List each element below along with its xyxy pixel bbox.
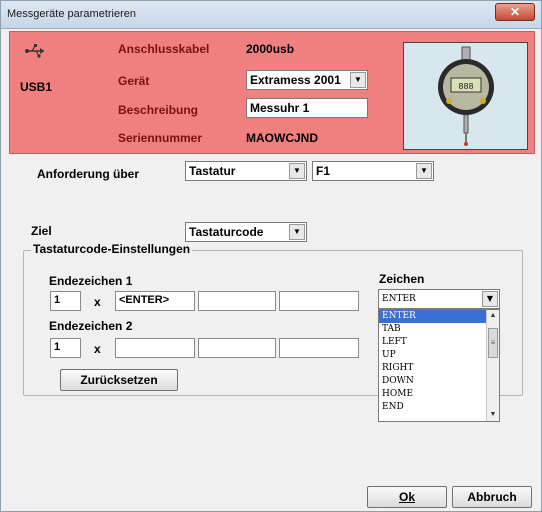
- end-char-1-count[interactable]: 1: [50, 291, 81, 311]
- cable-label: Anschlusskabel: [118, 42, 210, 56]
- cancel-label: Abbruch: [467, 490, 517, 504]
- list-scrollbar[interactable]: ▲ ≡ ▼: [486, 310, 499, 421]
- close-button[interactable]: ✕: [495, 3, 535, 21]
- dialog-window: Messgeräte parametrieren ✕ USB1 Anschlus…: [0, 0, 542, 512]
- end-char-2-field-3[interactable]: [279, 338, 359, 358]
- cable-value: 2000usb: [246, 42, 295, 56]
- device-header: USB1 Anschlusskabel 2000usb Gerät Extram…: [9, 31, 535, 154]
- request-label: Anforderung über: [37, 167, 139, 181]
- ok-button[interactable]: Ok: [367, 486, 447, 508]
- list-item[interactable]: LEFT: [379, 336, 499, 349]
- chevron-down-icon[interactable]: ▼: [289, 163, 305, 179]
- chevron-down-icon[interactable]: ▼: [289, 224, 305, 240]
- target-label: Ziel: [31, 224, 52, 238]
- description-input[interactable]: Messuhr 1: [246, 98, 368, 118]
- scroll-down-icon[interactable]: ▼: [488, 410, 498, 420]
- end-char-2-x: x: [94, 342, 101, 356]
- chars-dropdown-list[interactable]: ENTER TAB LEFT UP RIGHT DOWN HOME END ▲ …: [378, 309, 500, 422]
- request-key-select[interactable]: F1 ▼: [312, 161, 434, 181]
- list-item[interactable]: DOWN: [379, 375, 499, 388]
- end-char-2-label: Endezeichen 2: [49, 319, 133, 333]
- ok-label: Ok: [398, 490, 415, 504]
- chevron-down-icon[interactable]: ▼: [416, 163, 432, 179]
- end-char-2-field-1[interactable]: [115, 338, 195, 358]
- device-label: Gerät: [118, 74, 150, 88]
- end-char-1-label: Endezeichen 1: [49, 274, 133, 288]
- end-char-2-count[interactable]: 1: [50, 338, 81, 358]
- list-item[interactable]: UP: [379, 349, 499, 362]
- dial-indicator-icon: 888: [404, 43, 527, 149]
- dial-indicator-image: 888: [403, 42, 528, 150]
- end-char-1-x: x: [94, 295, 101, 309]
- end-char-1-field-2[interactable]: [198, 291, 276, 311]
- description-label: Beschreibung: [118, 103, 199, 117]
- end-char-2-field-2[interactable]: [198, 338, 276, 358]
- serial-label: Seriennummer: [118, 131, 203, 145]
- chevron-down-icon[interactable]: ▼: [482, 291, 498, 307]
- scroll-thumb[interactable]: ≡: [488, 328, 498, 358]
- end-char-1-field-1[interactable]: <ENTER>: [115, 291, 195, 311]
- cancel-button[interactable]: Abbruch: [452, 486, 532, 508]
- chars-label: Zeichen: [379, 272, 425, 286]
- request-source-value: Tastatur: [189, 164, 236, 178]
- request-source-select[interactable]: Tastatur ▼: [185, 161, 307, 181]
- list-item[interactable]: HOME: [379, 388, 499, 401]
- chars-select[interactable]: ENTER ▼: [378, 289, 500, 309]
- target-value: Tastaturcode: [189, 225, 264, 239]
- list-item[interactable]: END: [379, 401, 499, 414]
- reset-button[interactable]: Zurücksetzen: [60, 369, 178, 391]
- device-select[interactable]: Extramess 2001 ▼: [246, 70, 368, 90]
- chevron-down-icon[interactable]: ▼: [350, 72, 366, 88]
- list-item[interactable]: TAB: [379, 323, 499, 336]
- svg-text:888: 888: [458, 82, 473, 91]
- device-select-value: Extramess 2001: [250, 73, 341, 87]
- keyboard-settings-title: Tastaturcode-Einstellungen: [31, 242, 193, 256]
- scroll-up-icon[interactable]: ▲: [488, 311, 498, 321]
- end-char-1-field-3[interactable]: [279, 291, 359, 311]
- request-key-value: F1: [316, 164, 331, 178]
- window-title: Messgeräte parametrieren: [7, 8, 137, 20]
- target-select[interactable]: Tastaturcode ▼: [185, 222, 307, 242]
- list-item[interactable]: RIGHT: [379, 362, 499, 375]
- usb-port-name: USB1: [20, 80, 53, 94]
- list-item[interactable]: ENTER: [379, 310, 499, 323]
- serial-value: MAOWCJND: [246, 131, 318, 145]
- usb-icon: [25, 44, 44, 58]
- title-bar: Messgeräte parametrieren ✕: [1, 1, 541, 29]
- chars-select-value: ENTER: [382, 294, 416, 304]
